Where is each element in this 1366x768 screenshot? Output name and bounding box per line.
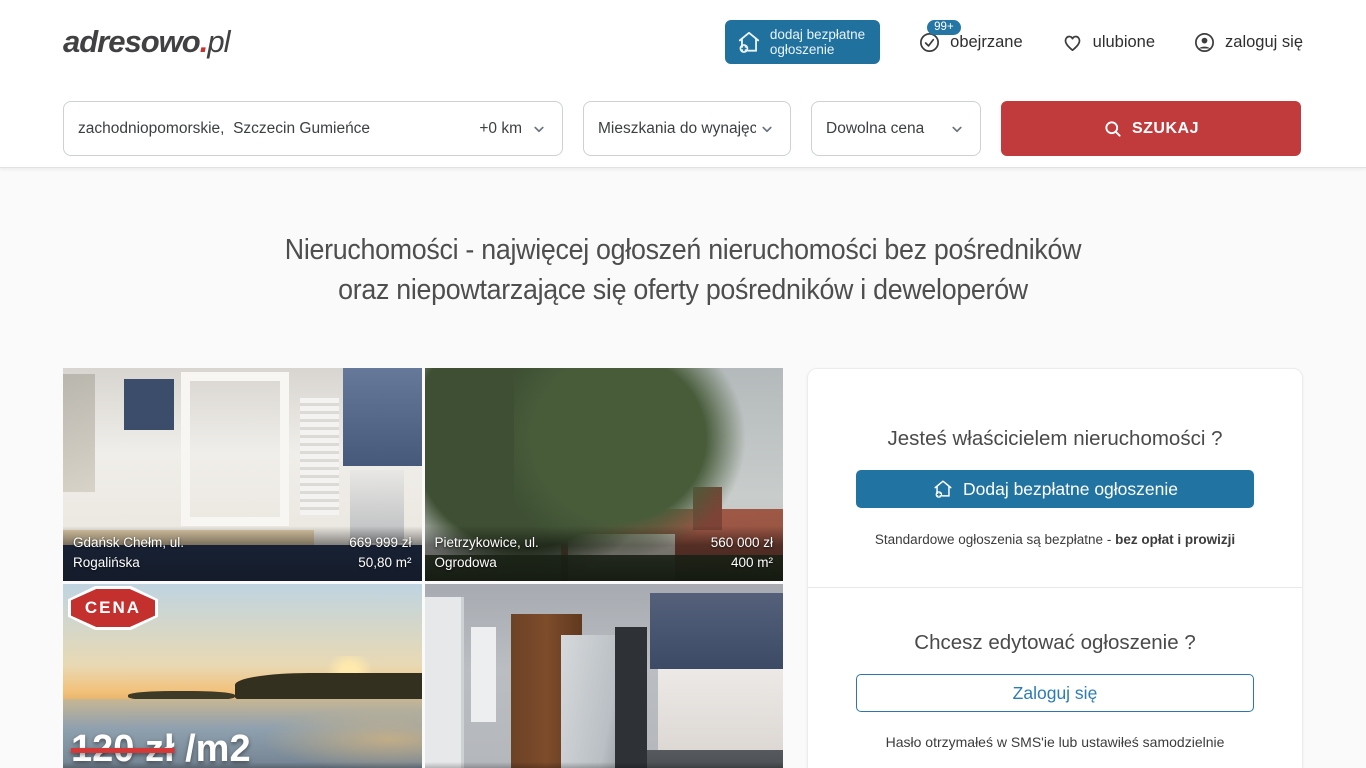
location-line1: Pietrzykowice, ul. xyxy=(435,533,539,553)
art-cabinet xyxy=(615,627,647,768)
chevron-down-icon xyxy=(758,120,776,138)
art-cabinet xyxy=(343,368,422,466)
listing-location: Pietrzykowice, ul. Ogrodowa xyxy=(435,533,539,573)
art-window xyxy=(181,372,289,525)
user-circle-icon xyxy=(1193,31,1216,54)
nav-favorites-label: ulubione xyxy=(1093,33,1155,52)
edit-note: Hasło otrzymałeś w SMS'ie lub ustawiłeś … xyxy=(856,734,1254,750)
art-white-door xyxy=(425,597,464,768)
listing-label: Pietrzykowice, ul. Ogrodowa 560 000 zł 4… xyxy=(425,526,784,581)
page-title-line2: oraz niepowtarzające się oferty pośredni… xyxy=(338,274,1028,306)
logo-name: adresowo xyxy=(63,24,200,59)
listing-label: Elganowo 352 000 zł xyxy=(63,762,422,768)
price-value: Dowolna cena xyxy=(826,120,924,138)
category-select[interactable]: Mieszkania do wynajęcia xyxy=(583,101,791,156)
location-input[interactable] xyxy=(78,120,479,138)
location-combobox[interactable]: +0 km xyxy=(63,101,563,156)
logo-tld: pl xyxy=(207,24,229,59)
nav-favorites[interactable]: ulubione xyxy=(1061,31,1155,54)
nav-login-label: zaloguj się xyxy=(1225,33,1303,52)
add-listing-line1: dodaj bezpłatne xyxy=(770,27,865,42)
header: adresowo.pl dodaj bezpłatne ogłoszenie xyxy=(0,0,1366,84)
sidebar-add-listing-label: Dodaj bezpłatne ogłoszenie xyxy=(963,479,1178,500)
art-picture xyxy=(63,374,95,491)
art-radiator xyxy=(300,398,339,515)
main-content: Gdańsk Chełm, ul. Rogalińska 669 999 zł … xyxy=(0,368,1366,768)
listing-card-1[interactable]: Gdańsk Chełm, ul. Rogalińska 669 999 zł … xyxy=(63,368,422,581)
page-title-line1: Nieruchomości - najwięcej ogłoszeń nieru… xyxy=(285,234,1081,266)
location-line2: Ogrodowa xyxy=(435,553,539,573)
location-line1: Gdańsk Chełm, ul. xyxy=(73,533,184,553)
nav-login[interactable]: zaloguj się xyxy=(1193,31,1303,54)
owner-note: Standardowe ogłoszenia są bezpłatne - be… xyxy=(856,532,1254,547)
listing-price-block: 560 000 zł 400 m² xyxy=(711,533,773,573)
add-listing-line2: ogłoszenie xyxy=(770,42,835,57)
art-cabinet xyxy=(124,379,174,430)
sidebar-login-label: Zaloguj się xyxy=(1013,683,1098,704)
art-sun-reflection xyxy=(260,708,421,768)
chevron-down-icon[interactable] xyxy=(530,120,548,138)
owner-note-bold: bez opłat i prowizji xyxy=(1115,532,1235,547)
listing-location: Gdańsk Chełm, ul. Rogalińska xyxy=(73,533,184,573)
category-value: Mieszkania do wynajęcia xyxy=(598,120,756,138)
search-icon xyxy=(1103,119,1123,139)
listing-card-4[interactable]: Warszawa Praga-Północ 550 000 zł xyxy=(425,584,784,768)
listing-card-2[interactable]: Pietrzykowice, ul. Ogrodowa 560 000 zł 4… xyxy=(425,368,784,581)
logo[interactable]: adresowo.pl xyxy=(63,24,229,60)
price-alert-badge-text: CENA xyxy=(71,589,155,627)
art-cabinet xyxy=(650,593,783,670)
owner-section: Jesteś właścicielem nieruchomości ? Doda… xyxy=(808,369,1302,587)
chevron-down-icon xyxy=(948,120,966,138)
search-section: +0 km Mieszkania do wynajęcia Dowolna ce… xyxy=(0,84,1366,168)
listing-area: 50,80 m² xyxy=(349,553,411,573)
listing-label: Warszawa Praga-Północ 550 000 zł xyxy=(425,762,784,768)
listing-photo-lake: CENA 120 zł /m2 xyxy=(63,584,422,768)
house-plus-icon xyxy=(736,29,762,55)
owner-note-text: Standardowe ogłoszenia są bezpłatne - xyxy=(875,532,1115,547)
art-panel xyxy=(471,627,496,723)
search-button-label: SZUKAJ xyxy=(1132,120,1199,138)
sidebar-add-listing-button[interactable]: Dodaj bezpłatne ogłoszenie xyxy=(856,470,1254,508)
house-plus-icon xyxy=(932,478,954,500)
search-button[interactable]: SZUKAJ xyxy=(1001,101,1301,156)
nav-viewed-label: obejrzane xyxy=(950,33,1022,52)
price-select[interactable]: Dowolna cena xyxy=(811,101,981,156)
listing-price-block: 669 999 zł 50,80 m² xyxy=(349,533,411,573)
header-actions: dodaj bezpłatne ogłoszenie 99+ obejrzane xyxy=(725,20,1303,64)
art-fridge xyxy=(561,635,622,768)
sidebar: Jesteś właścicielem nieruchomości ? Doda… xyxy=(807,368,1303,768)
listing-price: 560 000 zł xyxy=(711,533,773,553)
edit-section: Chcesz edytować ogłoszenie ? Zaloguj się… xyxy=(808,587,1302,768)
art-backsplash xyxy=(658,669,783,750)
listing-photo-interior xyxy=(425,584,784,768)
search-row: +0 km Mieszkania do wynajęcia Dowolna ce… xyxy=(63,101,1303,156)
top-bar: adresowo.pl dodaj bezpłatne ogłoszenie xyxy=(0,0,1366,168)
listing-area: 400 m² xyxy=(711,553,773,573)
sidebar-login-button[interactable]: Zaloguj się xyxy=(856,674,1254,712)
heart-icon xyxy=(1061,31,1084,54)
viewed-count-badge: 99+ xyxy=(927,20,961,35)
nav-viewed[interactable]: 99+ obejrzane xyxy=(918,31,1022,54)
listing-grid: Gdańsk Chełm, ul. Rogalińska 669 999 zł … xyxy=(63,368,783,768)
radius-value[interactable]: +0 km xyxy=(479,120,522,138)
listing-label: Gdańsk Chełm, ul. Rogalińska 669 999 zł … xyxy=(63,526,422,581)
listing-price: 669 999 zł xyxy=(349,533,411,553)
add-listing-label: dodaj bezpłatne ogłoszenie xyxy=(770,27,865,57)
page-title: Nieruchomości - najwięcej ogłoszeń nieru… xyxy=(41,230,1325,310)
edit-heading: Chcesz edytować ogłoszenie ? xyxy=(856,628,1254,658)
listing-card-3[interactable]: CENA 120 zł /m2 Elganowo 352 000 zł xyxy=(63,584,422,768)
add-listing-button[interactable]: dodaj bezpłatne ogłoszenie xyxy=(725,20,880,64)
hero: Nieruchomości - najwięcej ogłoszeń nieru… xyxy=(0,168,1366,310)
owner-heading: Jesteś właścicielem nieruchomości ? xyxy=(856,424,1254,454)
viewed-icon-wrap: 99+ xyxy=(918,31,941,54)
location-line2: Rogalińska xyxy=(73,553,184,573)
